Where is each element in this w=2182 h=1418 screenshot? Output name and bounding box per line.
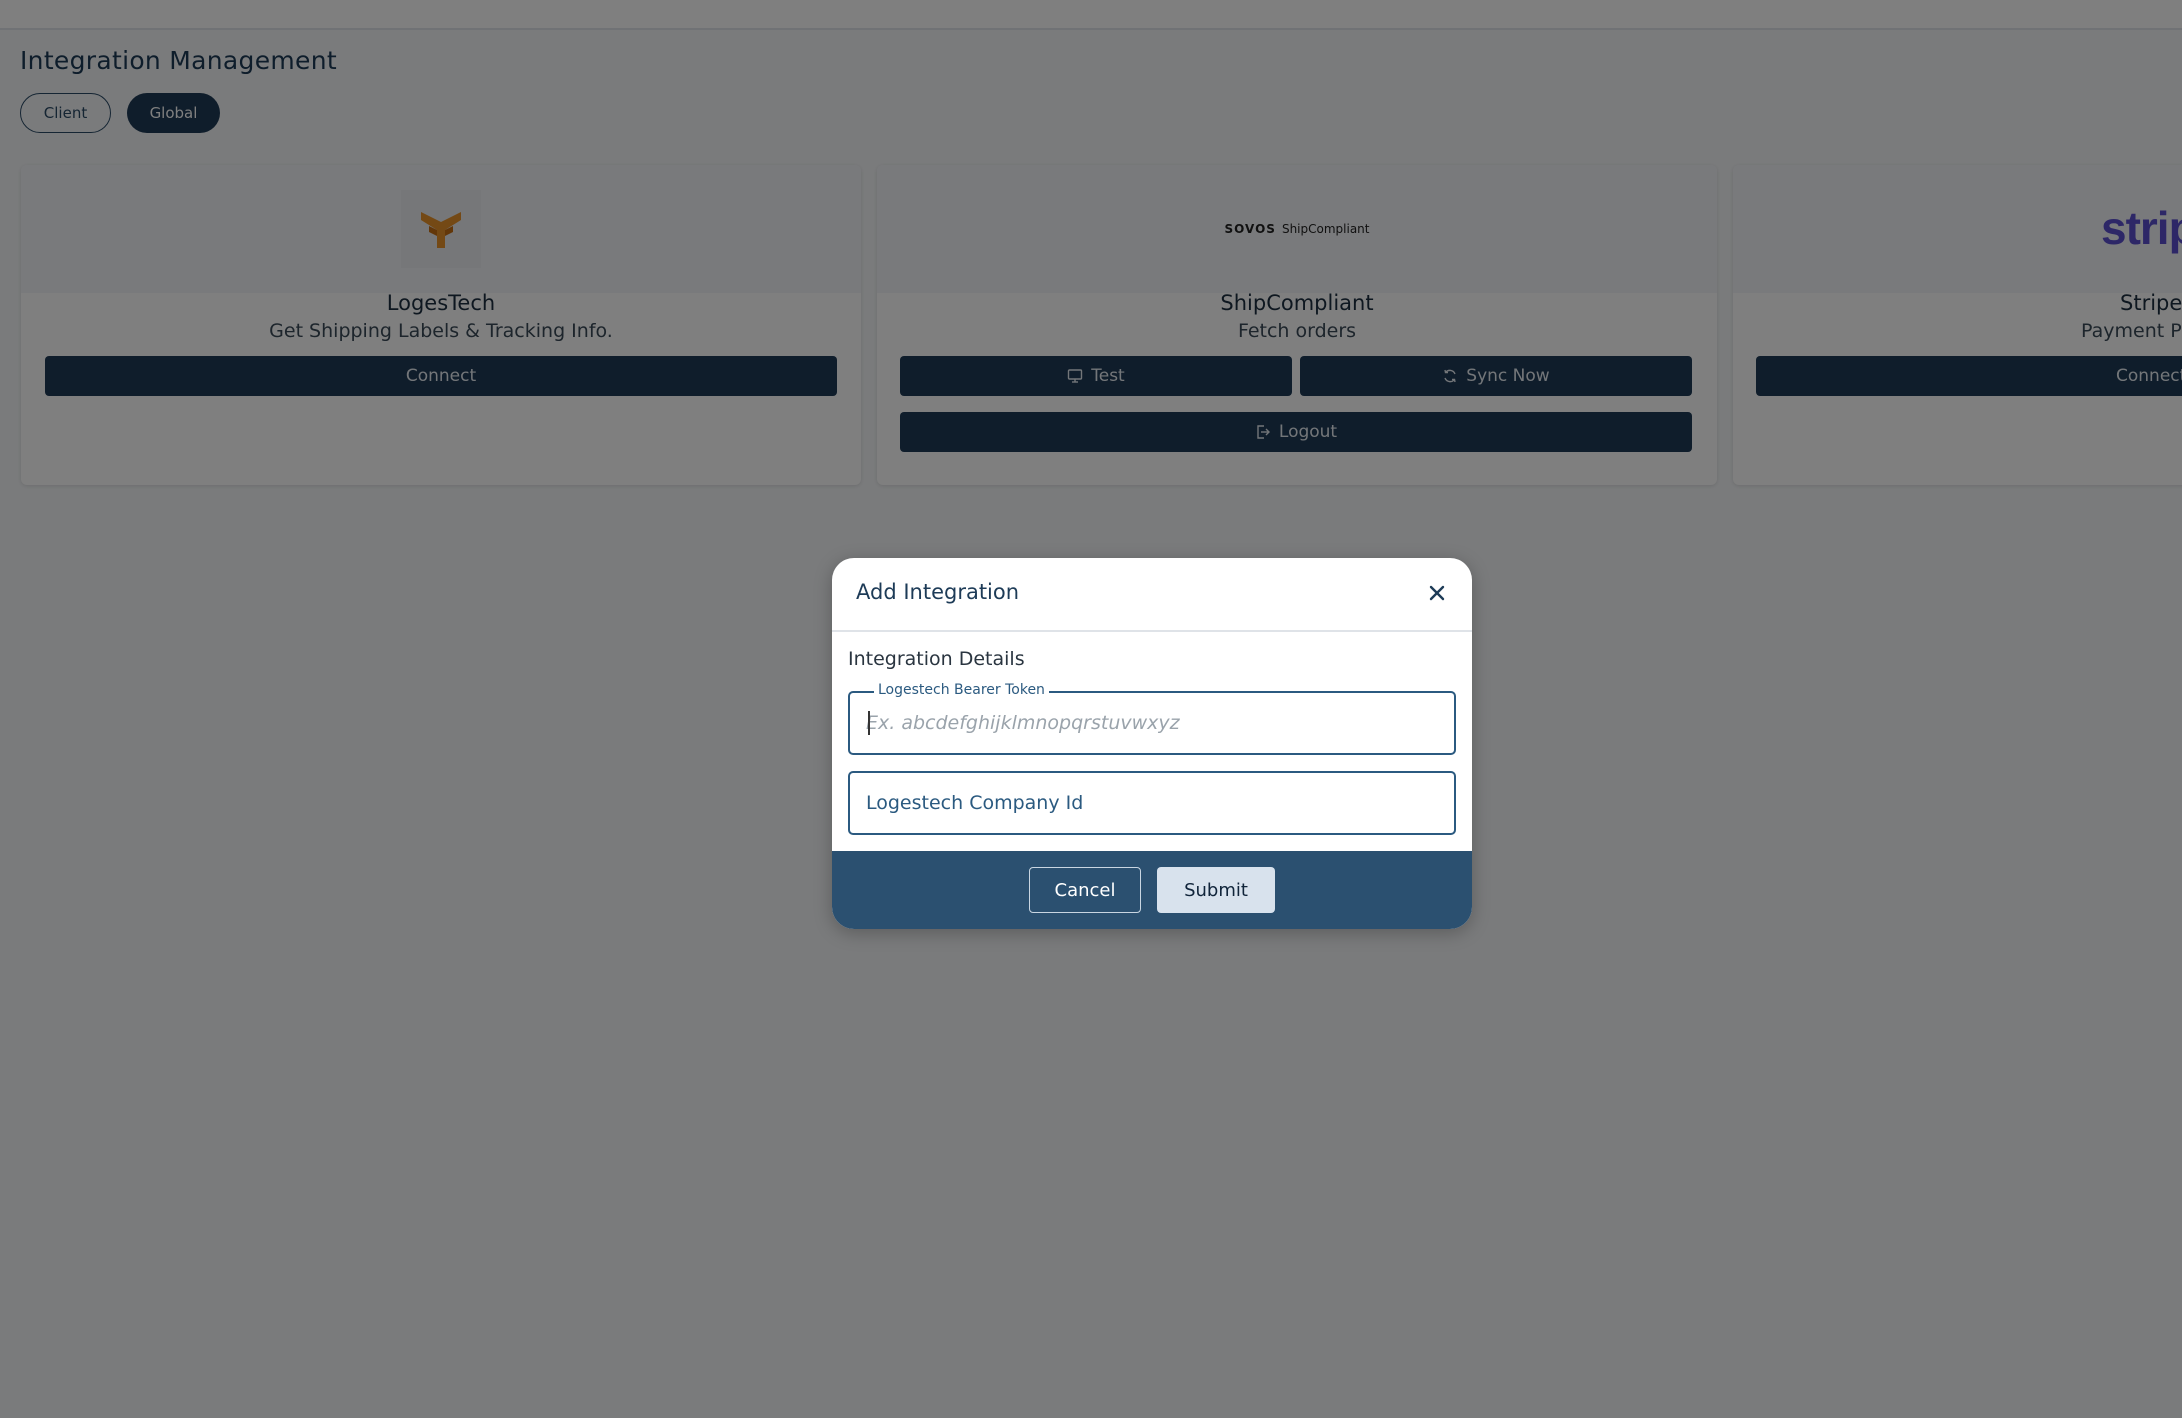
section-heading: Integration Details — [848, 648, 1025, 670]
add-integration-dialog: Add Integration Integration Details Loge… — [832, 558, 1472, 929]
submit-button[interactable]: Submit — [1157, 867, 1275, 913]
dialog-header: Add Integration — [832, 558, 1472, 632]
bearer-token-label: Logestech Bearer Token — [874, 682, 1049, 698]
bearer-token-input[interactable] — [850, 693, 1454, 753]
cancel-button[interactable]: Cancel — [1029, 867, 1141, 913]
dialog-title: Add Integration — [856, 580, 1020, 604]
close-icon[interactable] — [1426, 582, 1448, 604]
bearer-token-field[interactable] — [848, 691, 1456, 755]
company-id-field[interactable] — [848, 771, 1456, 835]
text-cursor — [868, 711, 870, 735]
dialog-footer — [832, 851, 1472, 929]
company-id-input[interactable] — [850, 773, 1454, 833]
